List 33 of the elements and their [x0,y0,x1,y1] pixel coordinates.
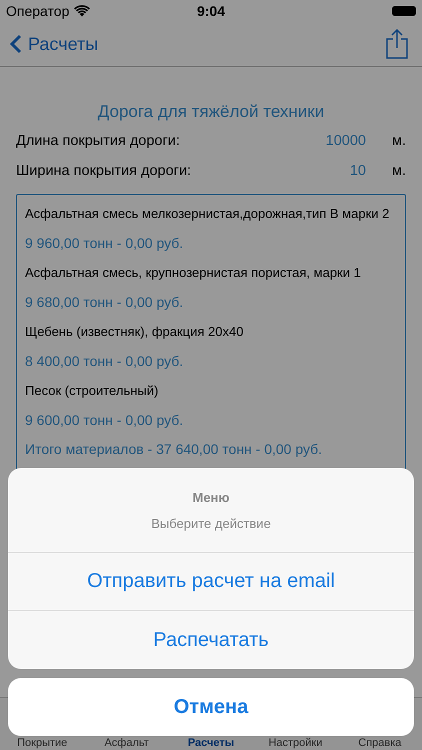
chevron-icon [10,34,22,54]
status-time: 9:04 [196,3,226,19]
sheet-title: Меню [192,490,230,504]
action-button[interactable]: Отправить расчет на email [8,553,414,611]
material-amount: 9 680,00 тонн - 0,00 руб. [25,292,184,312]
material-amount: 8 400,00 тонн - 0,00 руб. [25,352,184,371]
material-amount: 9 960,00 тонн - 0,00 руб. [25,234,184,253]
back-button[interactable]: Расчеты [10,34,98,54]
parameter-value: 10000 [326,133,366,149]
material-name: Песок (строительный) [25,382,160,400]
battery-icon [392,6,416,16]
sheet-message: Выберите действие [151,516,271,530]
parameter-value: 10 [350,163,366,179]
tab[interactable]: Асфальт [84,737,169,750]
material-name: Асфальтная смесь, крупнозернистая пористая, марки 1 [25,264,362,282]
material-name: Асфальтная смесь мелкозернистая,дорожная,тип В марки 2 [25,205,390,223]
tab[interactable]: Расчеты [168,737,254,750]
tab[interactable]: Настройки [253,737,338,750]
calculation-title: Дорога для тяжёлой техники [96,101,326,123]
tab[interactable]: Покрытие [0,737,84,750]
material-amount: 9 600,00 тонн - 0,00 руб. [25,410,184,430]
parameter-label: Ширина покрытия дороги: [16,163,192,179]
wifi-icon [74,5,90,17]
unit-label: м. [391,163,406,179]
parameter-label: Длина покрытия дороги: [16,133,181,149]
share-icon[interactable] [386,29,408,59]
action-button[interactable]: Распечатать [8,611,414,669]
material-name: Щебень (известняк), фракция 20х40 [25,323,244,341]
carrier-name: Оператор [6,3,70,19]
tab[interactable]: Справка [338,737,422,750]
cancel-button[interactable]: Отмена [8,678,414,736]
unit-label: м. [391,133,406,149]
material-amount: Итого материалов - 37 640,00 тонн - 0,00 руб. [25,440,324,459]
